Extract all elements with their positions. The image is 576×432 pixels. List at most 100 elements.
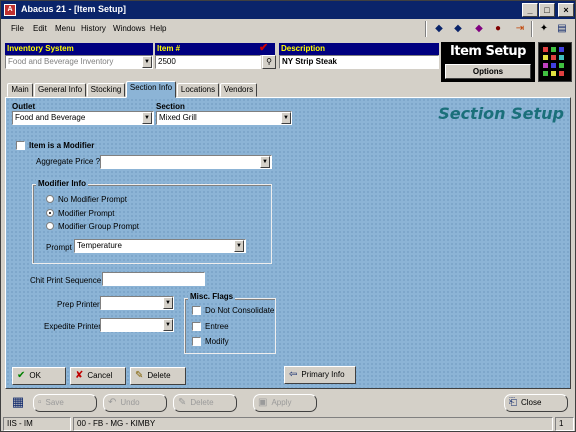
- entree-label: Entree: [205, 322, 229, 331]
- tab-section-info[interactable]: Section Info: [126, 81, 176, 98]
- menu-history[interactable]: History: [81, 24, 106, 33]
- tab-locations[interactable]: Locations: [177, 83, 219, 97]
- no-modifier-prompt-radio[interactable]: [46, 195, 54, 203]
- menu-bar: File Edit Menu History Windows Help ◆ ◆ …: [1, 19, 575, 39]
- modifier-prompt-radio[interactable]: [46, 209, 54, 217]
- description-label: Description: [279, 43, 439, 55]
- window-title: Abacus 21 - [Item Setup]: [21, 4, 127, 14]
- undo-icon: ↶: [108, 397, 117, 408]
- chit-print-sequence-label: Chit Print Sequence: [30, 276, 102, 285]
- disk-icon: ▫: [38, 397, 42, 408]
- menu-windows[interactable]: Windows: [113, 24, 145, 33]
- outlet-select[interactable]: Food and Beverage: [12, 111, 154, 125]
- save-button-label: Save: [45, 398, 64, 407]
- tab-stocking[interactable]: Stocking: [87, 83, 125, 97]
- aggregate-price-select[interactable]: [100, 155, 272, 169]
- toolbar-separator: [531, 21, 533, 37]
- chevron-down-icon[interactable]: ▼: [142, 56, 152, 68]
- tab-general-info[interactable]: General Info: [34, 83, 86, 97]
- status-context: 00 - FB - MG - KIMBY: [73, 417, 553, 431]
- cancel-button-label: Cancel: [87, 371, 113, 380]
- section-info-panel: Outlet Food and Beverage ▼ Section Mixed…: [5, 97, 571, 389]
- prompt-label: Prompt: [46, 243, 72, 252]
- app-icon[interactable]: A: [4, 4, 16, 16]
- exit-icon[interactable]: ⇥: [511, 21, 529, 37]
- bottom-delete-button-label: Delete: [190, 398, 214, 407]
- maximize-button[interactable]: □: [539, 3, 555, 17]
- undo-button[interactable]: ↶ Undo: [103, 394, 167, 412]
- search-icon[interactable]: ⚲: [262, 55, 276, 69]
- item-number-field[interactable]: 2500: [155, 55, 261, 69]
- menu-help[interactable]: Help: [150, 24, 166, 33]
- expedite-printer-label: Expedite Printer: [44, 322, 101, 331]
- checkmark-icon: ✔: [259, 42, 269, 54]
- check-icon: ✔: [17, 370, 26, 381]
- calculator-icon[interactable]: [538, 42, 572, 82]
- chevron-down-icon[interactable]: ▼: [260, 156, 270, 168]
- modifier-info-title: Modifier Info: [36, 179, 88, 188]
- primary-info-button-label: Primary Info: [301, 370, 345, 379]
- bottom-delete-button[interactable]: ✎ Delete: [173, 394, 237, 412]
- arrow-left-icon[interactable]: ◆: [430, 21, 448, 37]
- item-setup-title: Item Setup: [450, 44, 526, 59]
- modify-label: Modify: [205, 337, 229, 346]
- section-select[interactable]: Mixed Grill: [156, 111, 292, 125]
- close-button-label: Close: [521, 398, 542, 407]
- chevron-down-icon[interactable]: ▼: [163, 297, 173, 309]
- section-setup-heading: Section Setup: [438, 104, 564, 123]
- ok-button[interactable]: ✔ OK: [12, 367, 66, 385]
- item-setup-banner: Item Setup Options: [441, 42, 535, 82]
- eraser-icon: ✎: [178, 397, 187, 408]
- close-button[interactable]: ⎗ Close: [504, 394, 568, 412]
- primary-info-button[interactable]: ⇦ Primary Info: [284, 366, 356, 384]
- title-bar[interactable]: A Abacus 21 - [Item Setup] _ □ ×: [1, 1, 575, 19]
- menu-file[interactable]: File: [11, 24, 24, 33]
- modifier-group-prompt-radio[interactable]: [46, 222, 54, 230]
- help-book-icon[interactable]: ▤: [553, 21, 571, 37]
- person-icon[interactable]: ●: [489, 21, 507, 37]
- chevron-down-icon[interactable]: ▼: [163, 319, 173, 331]
- app-window: A Abacus 21 - [Item Setup] _ □ × File Ed…: [0, 0, 576, 432]
- delete-button[interactable]: ✎ Delete: [130, 367, 186, 385]
- do-not-consolidate-label: Do Not Consolidate: [205, 306, 275, 315]
- do-not-consolidate-checkbox[interactable]: [192, 306, 201, 315]
- inventory-system-field[interactable]: Food and Beverage Inventory: [5, 55, 153, 69]
- undo-button-label: Undo: [120, 398, 140, 407]
- item-is-modifier-checkbox[interactable]: [16, 141, 25, 150]
- chevron-down-icon[interactable]: ▼: [281, 112, 291, 124]
- description-field[interactable]: NY Strip Steak: [279, 55, 439, 69]
- door-icon: ⎗: [509, 397, 517, 408]
- prompt-select[interactable]: Temperature: [74, 239, 246, 253]
- minimize-button[interactable]: _: [522, 3, 538, 17]
- aggregate-price-label: Aggregate Price ?: [36, 157, 101, 166]
- user-run-icon[interactable]: ✦: [535, 21, 553, 37]
- delete-button-label: Delete: [147, 371, 171, 380]
- item-number-label: Item #: [155, 43, 275, 55]
- close-window-button[interactable]: ×: [558, 3, 574, 17]
- misc-flags-title: Misc. Flags: [188, 292, 236, 301]
- document-icon[interactable]: ▦: [9, 393, 27, 411]
- arrow-right-icon[interactable]: ◆: [449, 21, 467, 37]
- tab-main[interactable]: Main: [7, 83, 33, 97]
- no-modifier-prompt-label: No Modifier Prompt: [58, 195, 127, 204]
- options-button[interactable]: Options: [445, 64, 531, 79]
- outlet-label: Outlet: [12, 102, 36, 111]
- prep-printer-label: Prep Printer: [57, 300, 100, 309]
- chit-print-sequence-field[interactable]: [102, 272, 205, 286]
- modify-checkbox[interactable]: [192, 337, 201, 346]
- chevron-down-icon[interactable]: ▼: [142, 112, 152, 124]
- x-icon: ✘: [75, 370, 84, 381]
- modifier-prompt-label: Modifier Prompt: [58, 209, 115, 218]
- chevron-down-icon[interactable]: ▼: [234, 240, 244, 252]
- apply-button[interactable]: ▣ Apply: [253, 394, 317, 412]
- entree-checkbox[interactable]: [192, 322, 201, 331]
- save-button[interactable]: ▫ Save: [33, 394, 97, 412]
- menu-menu[interactable]: Menu: [55, 24, 75, 33]
- cancel-button[interactable]: ✘ Cancel: [70, 367, 126, 385]
- gem-icon[interactable]: ◆: [470, 21, 488, 37]
- status-count: 1: [555, 417, 574, 431]
- tab-vendors[interactable]: Vendors: [220, 83, 257, 97]
- menu-edit[interactable]: Edit: [33, 24, 47, 33]
- item-is-modifier-label: Item is a Modifier: [29, 141, 95, 150]
- apply-button-label: Apply: [271, 398, 292, 407]
